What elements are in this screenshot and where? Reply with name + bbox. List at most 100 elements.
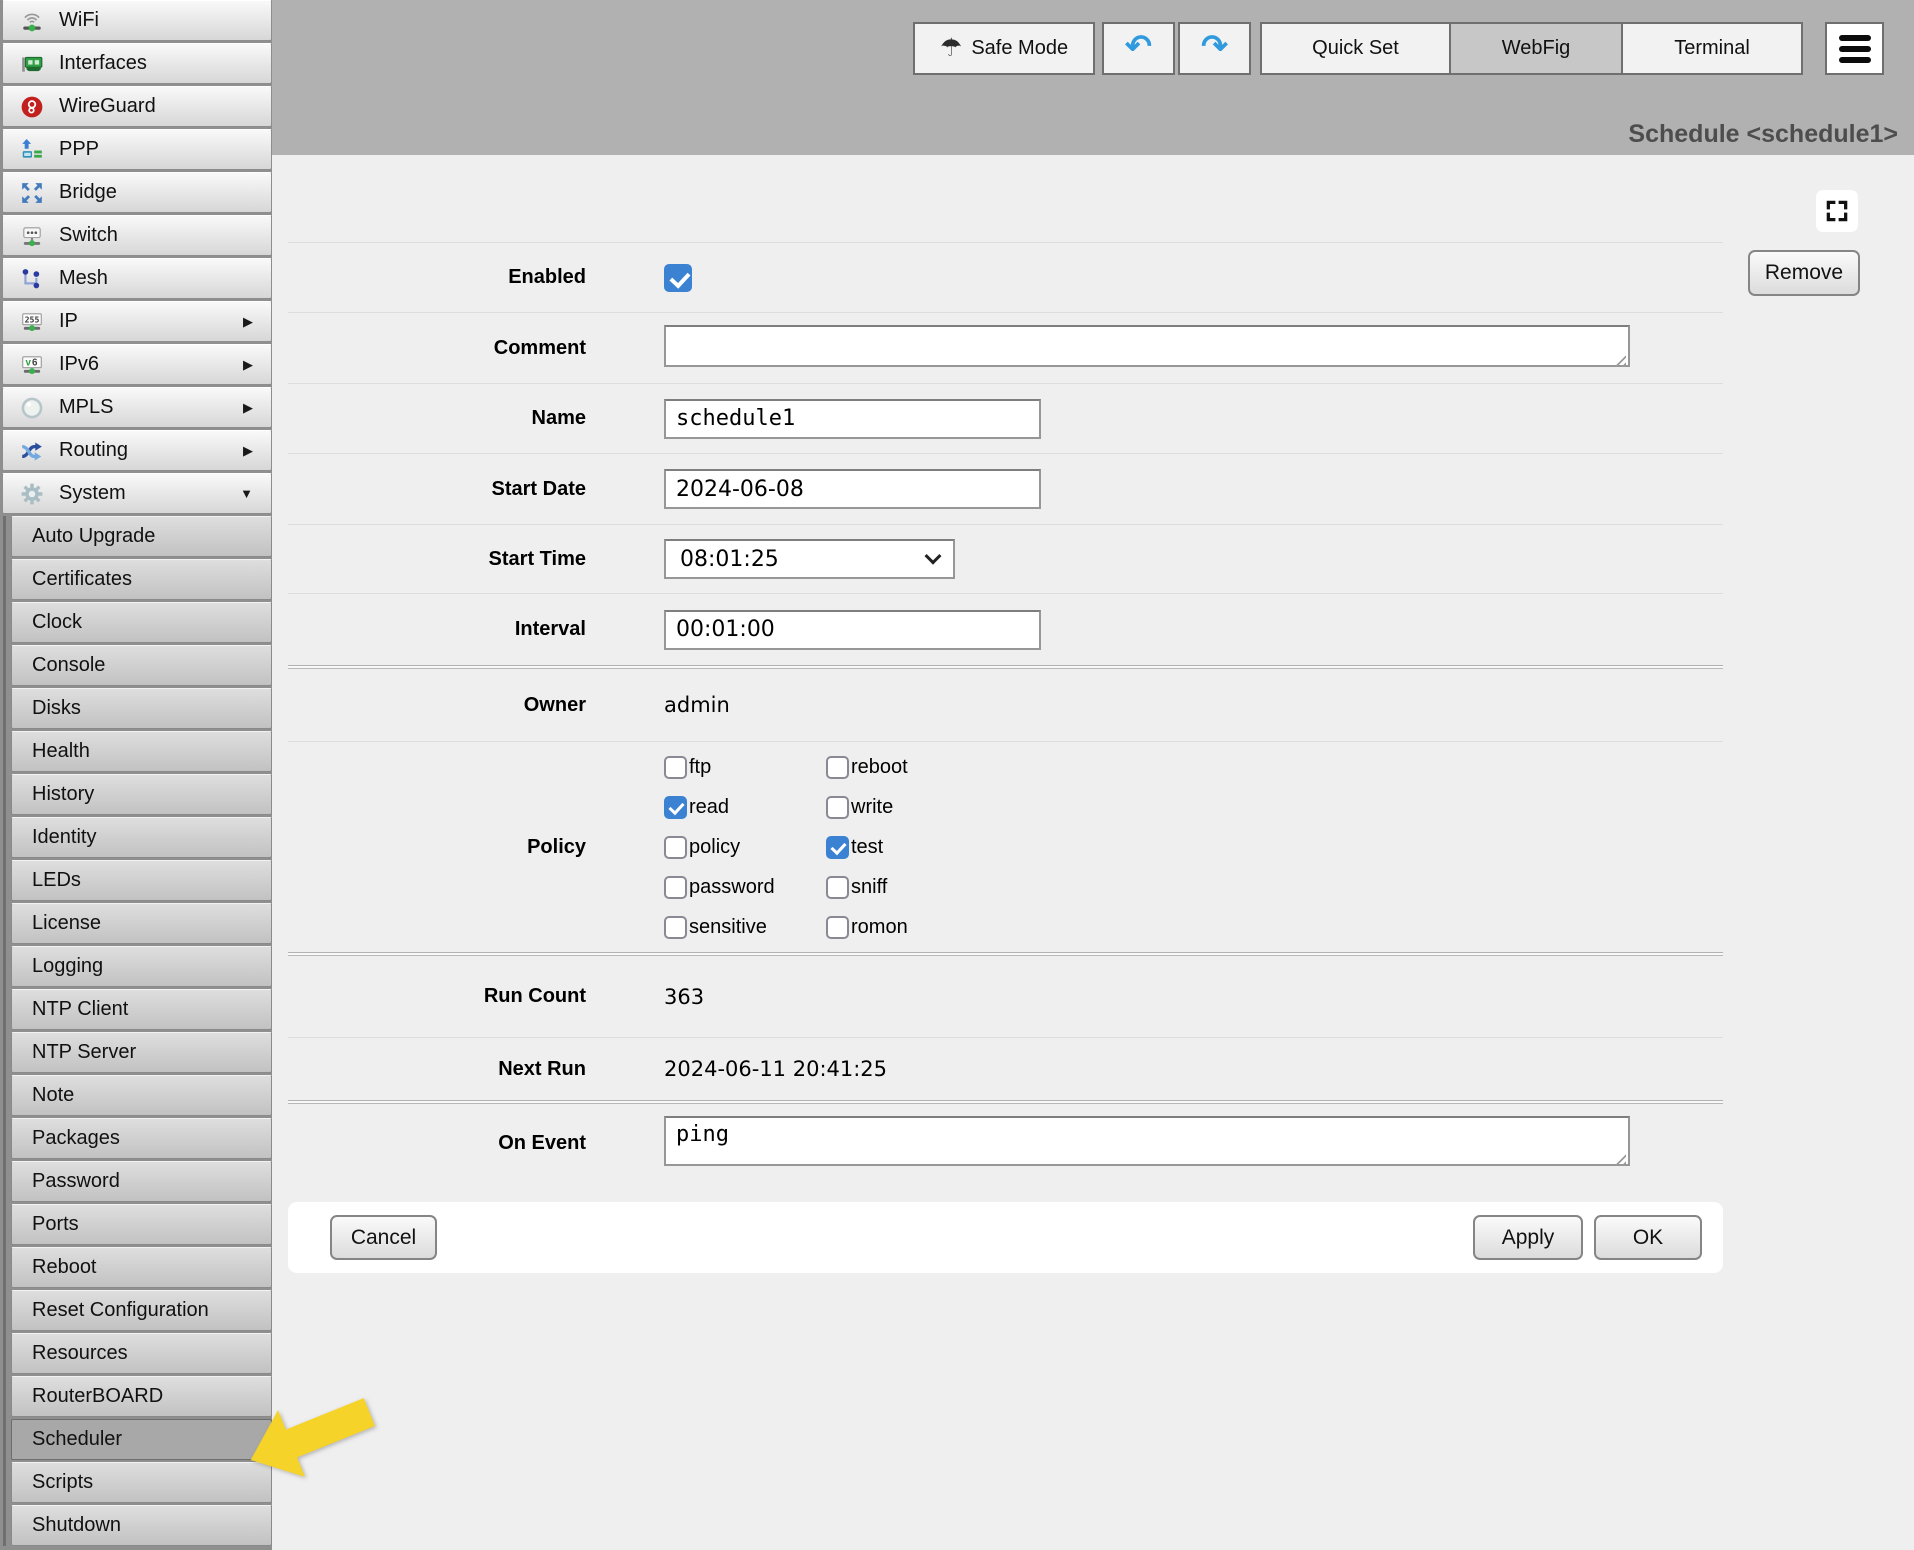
- sidebar-item-logging[interactable]: Logging: [11, 946, 272, 987]
- sidebar-item-label: Bridge: [59, 181, 117, 204]
- sidebar-item-certificates[interactable]: Certificates: [11, 559, 272, 600]
- cancel-button[interactable]: Cancel: [330, 1215, 437, 1260]
- expand-right-icon: ▶: [243, 400, 253, 416]
- policy-option-reboot[interactable]: reboot: [826, 756, 1026, 779]
- sidebar-item-label: IP: [59, 310, 78, 333]
- page-title: Schedule <schedule1>: [1628, 120, 1898, 149]
- write-checkbox[interactable]: [826, 796, 849, 819]
- sidebar-item-resources[interactable]: Resources: [11, 1333, 272, 1374]
- sidebar-item-license[interactable]: License: [11, 903, 272, 944]
- policy-option-ftp[interactable]: ftp: [664, 756, 826, 779]
- sidebar-item-label: Switch: [59, 224, 118, 247]
- sidebar-item-ports[interactable]: Ports: [11, 1204, 272, 1245]
- mesh-icon: [19, 266, 45, 292]
- sidebar-item-reboot[interactable]: Reboot: [11, 1247, 272, 1288]
- sidebar-item-ntp-client[interactable]: NTP Client: [11, 989, 272, 1030]
- policy-option-policy[interactable]: policy: [664, 836, 826, 859]
- enabled-row: Enabled: [288, 242, 1723, 312]
- policy-option-sensitive[interactable]: sensitive: [664, 916, 826, 939]
- sidebar-item-mpls[interactable]: MPLS ▶: [2, 387, 272, 428]
- sidebar-item-scheduler[interactable]: Scheduler: [11, 1419, 272, 1460]
- sidebar-item-switch[interactable]: Switch: [2, 215, 272, 256]
- sidebar-item-leds[interactable]: LEDs: [11, 860, 272, 901]
- hamburger-icon: [1839, 35, 1871, 63]
- tab-terminal[interactable]: Terminal: [1621, 22, 1803, 75]
- policy-option-password[interactable]: password: [664, 876, 826, 899]
- sidebar-item-ipv6[interactable]: v6 IPv6 ▶: [2, 344, 272, 385]
- reboot-checkbox[interactable]: [826, 756, 849, 779]
- sidebar-item-console[interactable]: Console: [11, 645, 272, 686]
- sensitive-checkbox[interactable]: [664, 916, 687, 939]
- tab-webfig[interactable]: WebFig: [1449, 22, 1623, 75]
- sidebar-item-label: WireGuard: [59, 95, 156, 118]
- safe-mode-button[interactable]: ☂ Safe Mode: [913, 22, 1095, 75]
- interval-input[interactable]: [664, 610, 1041, 650]
- policy-option-test[interactable]: test: [826, 836, 1026, 859]
- sidebar-item-auto-upgrade[interactable]: Auto Upgrade: [11, 516, 272, 557]
- name-input[interactable]: [664, 399, 1041, 439]
- sidebar-item-ntp-server[interactable]: NTP Server: [11, 1032, 272, 1073]
- undo-icon: ↶: [1125, 30, 1152, 62]
- menu-button[interactable]: [1825, 22, 1884, 75]
- policy-option-write[interactable]: write: [826, 796, 1026, 819]
- umbrella-icon: ☂: [940, 36, 962, 61]
- romon-checkbox[interactable]: [826, 916, 849, 939]
- comment-input[interactable]: [664, 325, 1630, 367]
- sidebar-item-reset-configuration[interactable]: Reset Configuration: [11, 1290, 272, 1331]
- sidebar-item-mesh[interactable]: Mesh: [2, 258, 272, 299]
- sidebar-item-interfaces[interactable]: Interfaces: [2, 43, 272, 84]
- sidebar-item-scripts[interactable]: Scripts: [11, 1462, 272, 1503]
- test-checkbox[interactable]: [826, 836, 849, 859]
- sniff-checkbox[interactable]: [826, 876, 849, 899]
- interfaces-icon: [19, 51, 45, 77]
- sidebar-item-password[interactable]: Password: [11, 1161, 272, 1202]
- sidebar-item-disks[interactable]: Disks: [11, 688, 272, 729]
- sidebar-item-health[interactable]: Health: [11, 731, 272, 772]
- sidebar-item-packages[interactable]: Packages: [11, 1118, 272, 1159]
- owner-value: admin: [664, 693, 730, 717]
- remove-button[interactable]: Remove: [1748, 250, 1860, 296]
- ftp-checkbox[interactable]: [664, 756, 687, 779]
- start-time-select[interactable]: 08:01:25: [664, 539, 955, 579]
- sidebar-item-bridge[interactable]: Bridge: [2, 172, 272, 213]
- expand-right-icon: ▶: [243, 357, 253, 373]
- sidebar: WiFi Interfaces WireGuard PPP Bridge Swi…: [0, 0, 272, 1550]
- sidebar-item-label: System: [59, 482, 126, 505]
- enabled-label: Enabled: [288, 266, 586, 289]
- sidebar-item-ip[interactable]: 255 IP ▶: [2, 301, 272, 342]
- sidebar-item-ppp[interactable]: PPP: [2, 129, 272, 170]
- interval-row: Interval: [288, 593, 1723, 665]
- sidebar-item-identity[interactable]: Identity: [11, 817, 272, 858]
- sidebar-item-history[interactable]: History: [11, 774, 272, 815]
- sidebar-item-system[interactable]: System ▼: [2, 473, 272, 514]
- policy-option-sniff[interactable]: sniff: [826, 876, 1026, 899]
- ok-button[interactable]: OK: [1594, 1215, 1702, 1260]
- tab-quick-set[interactable]: Quick Set: [1260, 22, 1451, 75]
- sidebar-item-wireguard[interactable]: WireGuard: [2, 86, 272, 127]
- sidebar-item-wifi[interactable]: WiFi: [2, 0, 272, 41]
- sidebar-item-note[interactable]: Note: [11, 1075, 272, 1116]
- start-date-input[interactable]: [664, 469, 1041, 509]
- run-count-value: 363: [664, 985, 704, 1009]
- sidebar-item-routing[interactable]: Routing ▶: [2, 430, 272, 471]
- apply-button[interactable]: Apply: [1473, 1215, 1583, 1260]
- read-checkbox[interactable]: [664, 796, 687, 819]
- policy-option-romon[interactable]: romon: [826, 916, 1026, 939]
- policy-checkbox[interactable]: [664, 836, 687, 859]
- on-event-row: On Event ping: [288, 1104, 1723, 1182]
- redo-button[interactable]: ↷: [1178, 22, 1251, 75]
- start-time-row: Start Time 08:01:25: [288, 524, 1723, 593]
- fullscreen-button[interactable]: [1816, 190, 1858, 232]
- undo-button[interactable]: ↶: [1102, 22, 1175, 75]
- policy-option-read[interactable]: read: [664, 796, 826, 819]
- sidebar-item-shutdown[interactable]: Shutdown: [11, 1505, 272, 1546]
- routing-icon: [19, 438, 45, 464]
- mpls-icon: [19, 395, 45, 421]
- password-checkbox[interactable]: [664, 876, 687, 899]
- sidebar-item-clock[interactable]: Clock: [11, 602, 272, 643]
- on-event-input[interactable]: ping: [664, 1116, 1630, 1166]
- chevron-down-icon: [925, 548, 942, 565]
- content-panel: Remove Enabled Comment Name Start Date S…: [272, 155, 1914, 1550]
- enabled-checkbox[interactable]: [664, 264, 692, 292]
- sidebar-item-routerboard[interactable]: RouterBOARD: [11, 1376, 272, 1417]
